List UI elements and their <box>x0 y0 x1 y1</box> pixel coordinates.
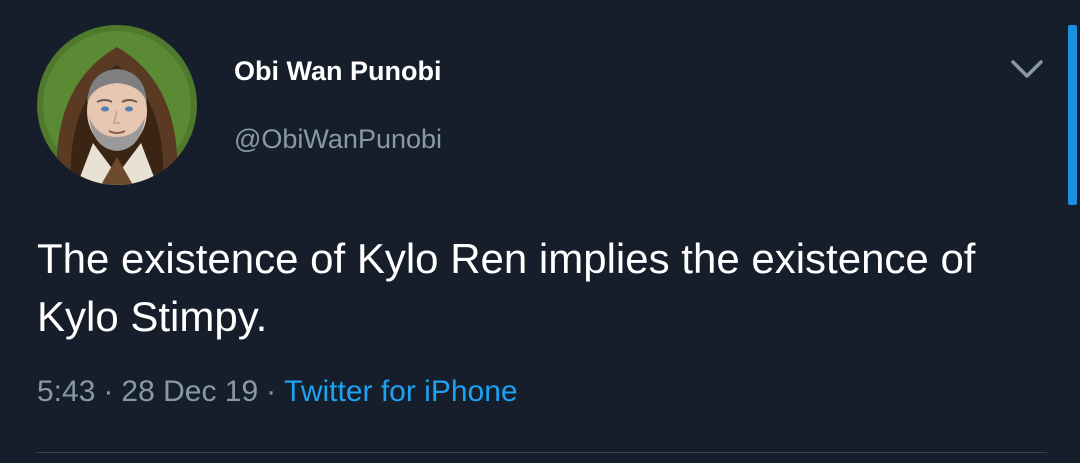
chevron-down-icon[interactable] <box>1007 52 1047 88</box>
tweet-date[interactable]: 28 Dec 19 <box>121 375 258 408</box>
divider <box>37 452 1047 453</box>
avatar[interactable] <box>37 25 197 185</box>
tweet-time[interactable]: 5:43 <box>37 375 95 408</box>
tweet-meta: 5:43 · 28 Dec 19 · Twitter for iPhone <box>37 375 518 409</box>
author-handle[interactable]: @ObiWanPunobi <box>234 124 442 155</box>
tweet-source-link[interactable]: Twitter for iPhone <box>284 375 517 408</box>
meta-separator: · <box>103 375 114 408</box>
tweet-text: The existence of Kylo Ren implies the ex… <box>37 235 976 340</box>
scroll-indicator <box>1068 25 1077 205</box>
avatar-image <box>37 25 197 185</box>
meta-separator: · <box>266 375 277 408</box>
tweet-card: Obi Wan Punobi @ObiWanPunobi The existen… <box>0 0 1080 463</box>
author-display-name[interactable]: Obi Wan Punobi <box>234 56 441 87</box>
